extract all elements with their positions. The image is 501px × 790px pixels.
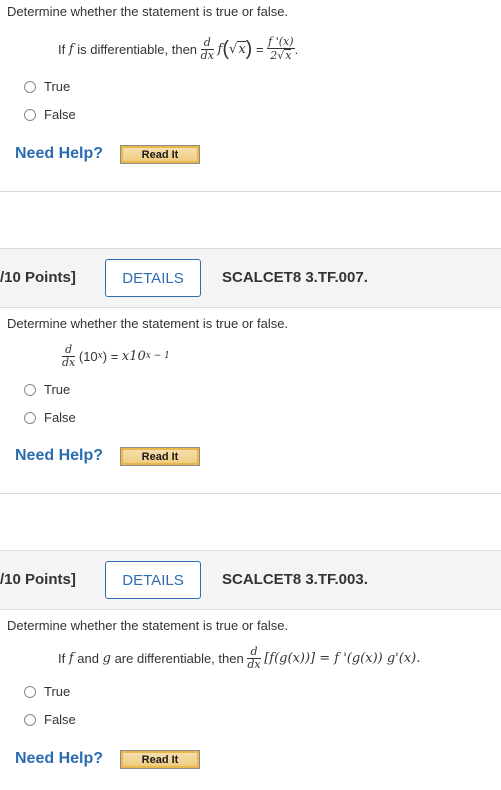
radio-icon[interactable] bbox=[24, 383, 36, 396]
q2-lhs-close: ) = bbox=[102, 348, 119, 364]
q3-instruction: Determine whether the statement is true … bbox=[7, 618, 289, 633]
q2-rhs-exp: x − 1 bbox=[145, 351, 170, 361]
radio-icon[interactable] bbox=[24, 108, 36, 121]
q1-need-help: Need Help? bbox=[15, 145, 104, 162]
q3-and: and bbox=[77, 650, 99, 666]
q1-option-false[interactable]: False bbox=[24, 107, 76, 122]
q1-rhs-den-x: x bbox=[284, 49, 292, 62]
q3-d: d bbox=[247, 645, 261, 659]
q3-derivative-operator: d dx bbox=[247, 645, 261, 671]
q2-derivative-operator: d dx bbox=[62, 343, 76, 369]
q1-d: d bbox=[200, 36, 214, 50]
q1-option-true[interactable]: True bbox=[24, 79, 70, 94]
q1-open-paren: ( bbox=[222, 37, 230, 60]
q3-code: SCALCET8 3.TF.003. bbox=[222, 571, 368, 588]
q2-option-false-label: False bbox=[44, 410, 76, 425]
q3-option-true[interactable]: True bbox=[24, 684, 70, 699]
q3-f: f bbox=[68, 650, 74, 666]
q3-prefix: If bbox=[58, 650, 66, 666]
q1-dx: dx bbox=[200, 48, 214, 62]
q3-points: /10 Points] bbox=[0, 571, 76, 588]
radio-icon[interactable] bbox=[24, 713, 36, 726]
q1-prefix: If bbox=[58, 41, 66, 57]
q3-details-button[interactable]: DETAILS bbox=[105, 561, 201, 599]
q1-mid: is differentiable, then bbox=[77, 41, 198, 57]
q2-instruction: Determine whether the statement is true … bbox=[7, 316, 289, 331]
q1-rhs-num: f '(x) bbox=[267, 35, 295, 49]
q1-instruction: Determine whether the statement is true … bbox=[7, 4, 289, 19]
q3-option-false[interactable]: False bbox=[24, 712, 76, 727]
q1-statement: If f is differentiable, then d dx f ( √ x… bbox=[58, 34, 298, 64]
q1-period: . bbox=[294, 41, 299, 57]
q2-d: d bbox=[62, 343, 76, 357]
q2-dx: dx bbox=[62, 355, 76, 369]
q2-code: SCALCET8 3.TF.007. bbox=[222, 269, 368, 286]
q3-dx: dx bbox=[247, 657, 261, 671]
q1-rhs-fraction: f '(x) 2√x bbox=[267, 35, 295, 62]
q3-g: g bbox=[102, 650, 111, 666]
q3-expr: [f(g(x))] = f '(g(x)) g'(x). bbox=[264, 650, 421, 666]
q1-read-it-button[interactable]: Read It bbox=[120, 145, 200, 164]
q2-option-false[interactable]: False bbox=[24, 410, 76, 425]
q2-statement: d dx (10 x) = x10 x − 1 bbox=[62, 343, 170, 369]
q1-option-false-label: False bbox=[44, 107, 76, 122]
q1-rhs-sqrt-symbol: √ bbox=[277, 49, 285, 62]
q1-close-paren: ) bbox=[245, 37, 253, 60]
q2-read-it-button[interactable]: Read It bbox=[120, 447, 200, 466]
q1-f: f bbox=[68, 41, 74, 57]
q3-statement: If f and g are differentiable, then d dx… bbox=[58, 645, 420, 671]
q2-option-true-label: True bbox=[44, 382, 71, 397]
q2-details-button[interactable]: DETAILS bbox=[105, 259, 201, 297]
q3-need-help: Need Help? bbox=[15, 750, 104, 767]
q1-derivative-operator: d dx bbox=[200, 36, 214, 62]
q1-option-true-label: True bbox=[44, 79, 71, 94]
radio-icon[interactable] bbox=[24, 411, 36, 424]
radio-icon[interactable] bbox=[24, 685, 36, 698]
q3-read-it-button[interactable]: Read It bbox=[120, 750, 200, 769]
q2-option-true[interactable]: True bbox=[24, 382, 70, 397]
q3-option-false-label: False bbox=[44, 712, 76, 727]
q3-mid: are differentiable, then bbox=[114, 650, 244, 666]
q2-points: /10 Points] bbox=[0, 269, 76, 286]
q1-equals: = bbox=[255, 41, 264, 57]
q2-need-help: Need Help? bbox=[15, 447, 104, 464]
q1-sqrt-x: x bbox=[237, 41, 246, 57]
q2-rhs: x10 bbox=[121, 348, 146, 364]
q1-sqrt-symbol: √ bbox=[229, 41, 238, 57]
divider bbox=[0, 493, 501, 494]
q1-rhs-den: 2√x bbox=[267, 49, 294, 62]
radio-icon[interactable] bbox=[24, 80, 36, 93]
q3-option-true-label: True bbox=[44, 684, 71, 699]
divider bbox=[0, 191, 501, 192]
q2-lhs: (10 bbox=[78, 348, 98, 364]
